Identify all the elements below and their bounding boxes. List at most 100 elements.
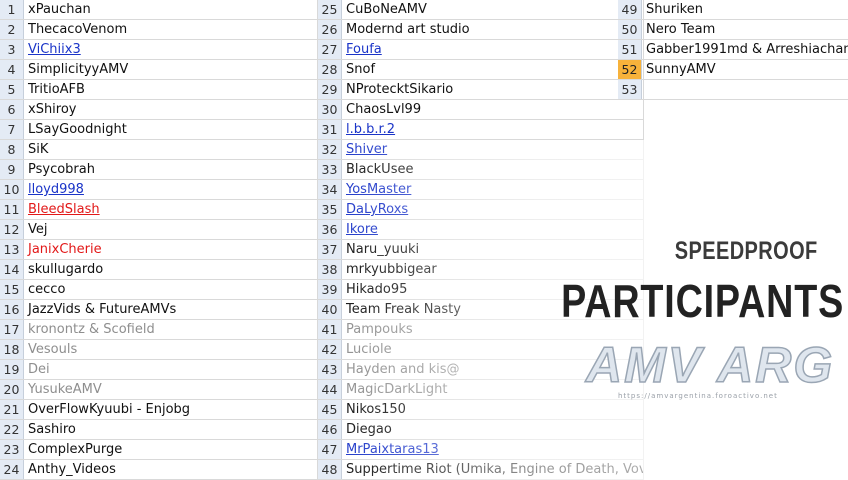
participant-cell[interactable] [642, 80, 848, 99]
row-number[interactable]: 40 [318, 300, 342, 319]
participant-cell[interactable]: Sashiro [24, 420, 318, 439]
row-number[interactable]: 22 [0, 420, 24, 439]
row-number[interactable]: 44 [318, 380, 342, 399]
participant-cell[interactable]: Shiver [342, 140, 644, 159]
row-number[interactable]: 34 [318, 180, 342, 199]
participant-cell[interactable]: DaLyRoxs [342, 200, 644, 219]
row-number[interactable]: 30 [318, 100, 342, 119]
row-number[interactable]: 24 [0, 460, 24, 479]
participant-cell[interactable]: SimplicityyAMV [24, 60, 318, 79]
participant-cell[interactable]: kronontz & Scofield [24, 320, 318, 339]
row-number[interactable]: 17 [0, 320, 24, 339]
row-number[interactable]: 14 [0, 260, 24, 279]
row-number[interactable]: 7 [0, 120, 24, 139]
row-number[interactable]: 33 [318, 160, 342, 179]
table-row: 28 Snof [318, 60, 644, 80]
row-number[interactable]: 4 [0, 60, 24, 79]
row-number[interactable]: 39 [318, 280, 342, 299]
row-number[interactable]: 45 [318, 400, 342, 419]
participant-cell[interactable]: SiK [24, 140, 318, 159]
row-number[interactable]: 48 [318, 460, 342, 479]
participant-cell[interactable]: MrPaixtaras13 [342, 440, 644, 459]
row-number[interactable]: 18 [0, 340, 24, 359]
row-number[interactable]: 5 [0, 80, 24, 99]
row-number[interactable]: 42 [318, 340, 342, 359]
row-number[interactable]: 15 [0, 280, 24, 299]
participant-cell[interactable]: skullugardo [24, 260, 318, 279]
participant-cell[interactable]: Vej [24, 220, 318, 239]
row-number[interactable]: 19 [0, 360, 24, 379]
participant-cell[interactable]: Vesouls [24, 340, 318, 359]
row-number[interactable]: 28 [318, 60, 342, 79]
row-number[interactable]: 12 [0, 220, 24, 239]
participant-cell[interactable]: Dei [24, 360, 318, 379]
row-number[interactable]: 27 [318, 40, 342, 59]
participant-cell[interactable]: JazzVids & FutureAMVs [24, 300, 318, 319]
row-number[interactable]: 35 [318, 200, 342, 219]
participant-cell[interactable]: Shuriken [642, 0, 848, 19]
row-number[interactable]: 16 [0, 300, 24, 319]
participant-cell[interactable]: ComplexPurge [24, 440, 318, 459]
row-number[interactable]: 36 [318, 220, 342, 239]
participant-cell[interactable]: BlackUsee [342, 160, 644, 179]
participant-cell[interactable]: Gabber1991md & Arreshiachan85 [642, 40, 848, 59]
row-number[interactable]: 11 [0, 200, 24, 219]
participant-cell[interactable]: ChaosLvl99 [342, 100, 644, 119]
participant-cell[interactable]: SunnyAMV [642, 60, 848, 79]
participant-cell[interactable]: Nero Team [642, 20, 848, 39]
row-number[interactable]: 41 [318, 320, 342, 339]
participant-cell[interactable]: ThecacoVenom [24, 20, 318, 39]
row-number[interactable]: 38 [318, 260, 342, 279]
row-number[interactable]: 52 [618, 60, 642, 79]
participant-cell[interactable]: OverFlowKyuubi - Enjobg [24, 400, 318, 419]
participant-cell[interactable]: LSayGoodnight [24, 120, 318, 139]
participant-cell[interactable]: TritioAFB [24, 80, 318, 99]
participant-cell[interactable]: lloyd998 [24, 180, 318, 199]
row-number[interactable]: 47 [318, 440, 342, 459]
row-number[interactable]: 49 [618, 0, 642, 19]
participant-cell[interactable]: Psycobrah [24, 160, 318, 179]
participant-cell[interactable]: ViChiix3 [24, 40, 318, 59]
participant-cell[interactable]: l.b.b.r.2 [342, 120, 644, 139]
participant-cell[interactable]: Suppertime Riot (Umika, Engine of Death,… [342, 460, 644, 479]
participant-cell[interactable]: xShiroy [24, 100, 318, 119]
row-number[interactable]: 6 [0, 100, 24, 119]
row-number[interactable]: 23 [0, 440, 24, 459]
row-number[interactable]: 50 [618, 20, 642, 39]
row-number[interactable]: 46 [318, 420, 342, 439]
row-number[interactable]: 29 [318, 80, 342, 99]
participant-cell[interactable]: Naru_yuuki [342, 240, 644, 259]
row-number[interactable]: 31 [318, 120, 342, 139]
participant-cell[interactable]: YosMaster [342, 180, 644, 199]
row-number[interactable]: 2 [0, 20, 24, 39]
table-row: 33 BlackUsee [318, 160, 644, 180]
participant-cell[interactable]: xPauchan [24, 0, 318, 19]
row-number[interactable]: 43 [318, 360, 342, 379]
participant-cell[interactable]: Anthy_Videos [24, 460, 318, 479]
participant-cell[interactable]: Ikore [342, 220, 644, 239]
row-number[interactable]: 10 [0, 180, 24, 199]
row-number[interactable]: 8 [0, 140, 24, 159]
row-number[interactable]: 1 [0, 0, 24, 19]
participant-cell[interactable]: Modernd art studio [342, 20, 644, 39]
row-number[interactable]: 13 [0, 240, 24, 259]
participant-cell[interactable]: Snof [342, 60, 644, 79]
participant-cell[interactable]: Diegao [342, 420, 644, 439]
row-number[interactable]: 21 [0, 400, 24, 419]
row-number[interactable]: 51 [618, 40, 642, 59]
participant-cell[interactable]: JanixCherie [24, 240, 318, 259]
row-number[interactable]: 53 [618, 80, 642, 99]
participant-cell[interactable]: YusukeAMV [24, 380, 318, 399]
participant-cell[interactable]: NProtecktSikario [342, 80, 644, 99]
row-number[interactable]: 9 [0, 160, 24, 179]
participant-cell[interactable]: cecco [24, 280, 318, 299]
participant-cell[interactable]: CuBoNeAMV [342, 0, 644, 19]
participant-cell[interactable]: BleedSlash [24, 200, 318, 219]
row-number[interactable]: 20 [0, 380, 24, 399]
participant-cell[interactable]: Foufa [342, 40, 644, 59]
row-number[interactable]: 26 [318, 20, 342, 39]
row-number[interactable]: 3 [0, 40, 24, 59]
row-number[interactable]: 32 [318, 140, 342, 159]
row-number[interactable]: 37 [318, 240, 342, 259]
row-number[interactable]: 25 [318, 0, 342, 19]
